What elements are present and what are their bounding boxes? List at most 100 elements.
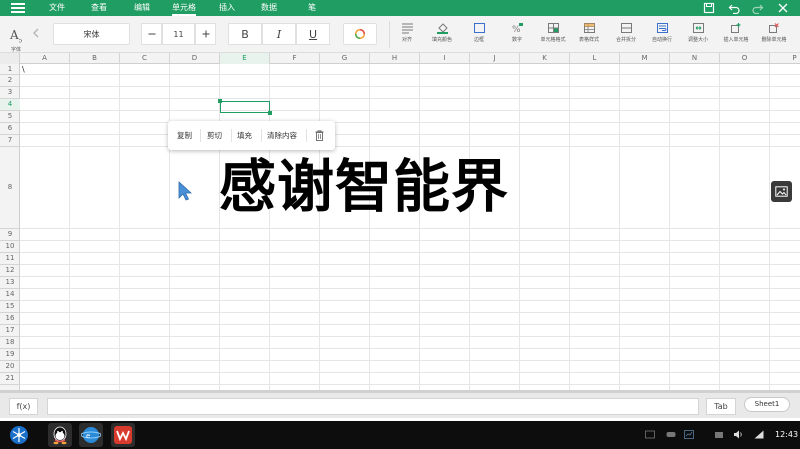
column-header-c[interactable]: C [120,53,170,64]
spreadsheet-area[interactable]: ABCDEFGHIJKLMNOP 1 2 3 4 5 6 7 8 9 10 11 12 13 14 15 16… [0,53,800,390]
font-name-select[interactable]: 宋体 [53,23,130,45]
select-all-corner[interactable] [0,53,20,64]
column-header-l[interactable]: L [570,53,620,64]
context-fill[interactable]: 填充 [237,121,252,150]
column-header-o[interactable]: O [720,53,770,64]
menu-insert[interactable]: 插入 [219,1,235,14]
wps-app-button[interactable] [111,423,135,447]
column-header-a[interactable]: A [20,53,70,64]
row-header-14[interactable]: 14 [0,289,20,301]
column-header-n[interactable]: N [670,53,720,64]
chevron-left-icon[interactable] [32,28,40,38]
decrease-font-size-button[interactable] [141,23,162,45]
column-header-b[interactable]: B [70,53,120,64]
row-header-21[interactable]: 21 [0,373,20,385]
column-header-g[interactable]: G [320,53,370,64]
browser-icon: e [81,427,101,443]
row-header-17[interactable]: 17 [0,325,20,337]
fill-color-button[interactable]: 填充颜色 [422,20,462,50]
row-header-1[interactable]: 1 [0,64,20,75]
merge-split-button[interactable]: 合并拆分 [606,20,646,50]
row-header-13[interactable]: 13 [0,277,20,289]
start-menu-button[interactable] [7,423,31,447]
row-header-8[interactable]: 8 [0,147,20,229]
context-cut[interactable]: 剪切 [207,121,222,150]
row-header-15[interactable]: 15 [0,301,20,313]
column-header-h[interactable]: H [370,53,420,64]
keyboard-icon[interactable] [645,430,655,439]
hamburger-menu-icon[interactable] [11,3,25,13]
column-header-m[interactable]: M [620,53,670,64]
row-header-16[interactable]: 16 [0,313,20,325]
menu-data[interactable]: 数据 [261,1,277,14]
table-style-button[interactable]: 表格样式 [569,20,609,50]
menu-edit[interactable]: 编辑 [134,1,150,14]
row-header-6[interactable]: 6 [0,123,20,135]
increase-font-size-button[interactable] [195,23,216,45]
row-header-9[interactable]: 9 [0,229,20,241]
number-format-button[interactable]: % 数字 [497,20,537,50]
trash-icon[interactable] [315,130,324,141]
network-icon[interactable] [684,430,694,439]
insert-cell-button[interactable]: 插入单元格 [716,20,756,50]
column-header-j[interactable]: J [470,53,520,64]
cell-large-text[interactable]: 感谢智能界 [219,157,509,217]
column-header-e[interactable]: E [220,53,270,64]
row-header-19[interactable]: 19 [0,349,20,361]
tab-key-button[interactable]: Tab [706,398,736,415]
redo-icon[interactable] [752,2,764,14]
menu-file[interactable]: 文件 [49,1,65,14]
save-icon[interactable] [703,2,715,14]
floating-action-button[interactable] [771,181,792,202]
border-button[interactable]: 边框 [459,20,499,50]
volume-icon[interactable] [733,430,743,439]
folder-icon[interactable] [714,430,724,439]
close-icon[interactable] [777,2,789,14]
wifi-signal-icon[interactable] [754,430,764,439]
sheet-tab[interactable]: Sheet1 [744,397,790,412]
row-header-3[interactable]: 3 [0,87,20,99]
delete-cell-button[interactable]: 删除单元格 [754,20,794,50]
undo-icon[interactable] [728,2,740,14]
font-size-input[interactable]: 11 [162,23,195,45]
function-button[interactable]: f(x) [9,398,38,415]
qq-app-button[interactable] [48,423,72,447]
cell-grid[interactable] [20,64,800,390]
column-header-k[interactable]: K [520,53,570,64]
row-header-18[interactable]: 18 [0,337,20,349]
cell-a1-value[interactable]: \ [22,65,25,74]
gamepad-icon[interactable] [666,430,676,439]
context-clear-content[interactable]: 清除内容 [267,121,297,150]
resize-button[interactable]: 调整大小 [678,20,718,50]
context-copy[interactable]: 复制 [177,121,192,150]
column-header-i[interactable]: I [420,53,470,64]
cell-format-button[interactable]: 单元格格式 [533,20,573,50]
grid-column-line [119,64,120,390]
row-header-12[interactable]: 12 [0,265,20,277]
column-header-d[interactable]: D [170,53,220,64]
bold-button[interactable]: B [228,23,262,45]
font-settings-button[interactable]: Aↄ 字体 [6,24,26,53]
underline-button[interactable]: U [296,23,330,45]
row-header-7[interactable]: 7 [0,135,20,147]
row-header-20[interactable]: 20 [0,361,20,373]
align-button[interactable]: 对齐 [387,20,427,50]
italic-button[interactable]: I [262,23,296,45]
column-header-p[interactable]: P [770,53,800,64]
row-header-5[interactable]: 5 [0,111,20,123]
menu-pen[interactable]: 笔 [308,1,316,14]
menu-view[interactable]: 查看 [91,1,107,14]
row-header-10[interactable]: 10 [0,241,20,253]
formula-input[interactable] [47,398,699,415]
row-header-4[interactable]: 4 [0,99,20,111]
font-color-button[interactable] [343,23,377,45]
selection-handle-top-left[interactable] [218,99,222,103]
menu-cell[interactable]: 单元格 [172,1,196,16]
browser-app-button[interactable]: e [79,423,103,447]
row-header-2[interactable]: 2 [0,75,20,87]
selection-handle-bottom-right[interactable] [268,111,272,115]
wrap-text-button[interactable]: 自动换行 [642,20,682,50]
column-header-f[interactable]: F [270,53,320,64]
row-header-11[interactable]: 11 [0,253,20,265]
selected-cell-e4[interactable] [218,99,272,115]
